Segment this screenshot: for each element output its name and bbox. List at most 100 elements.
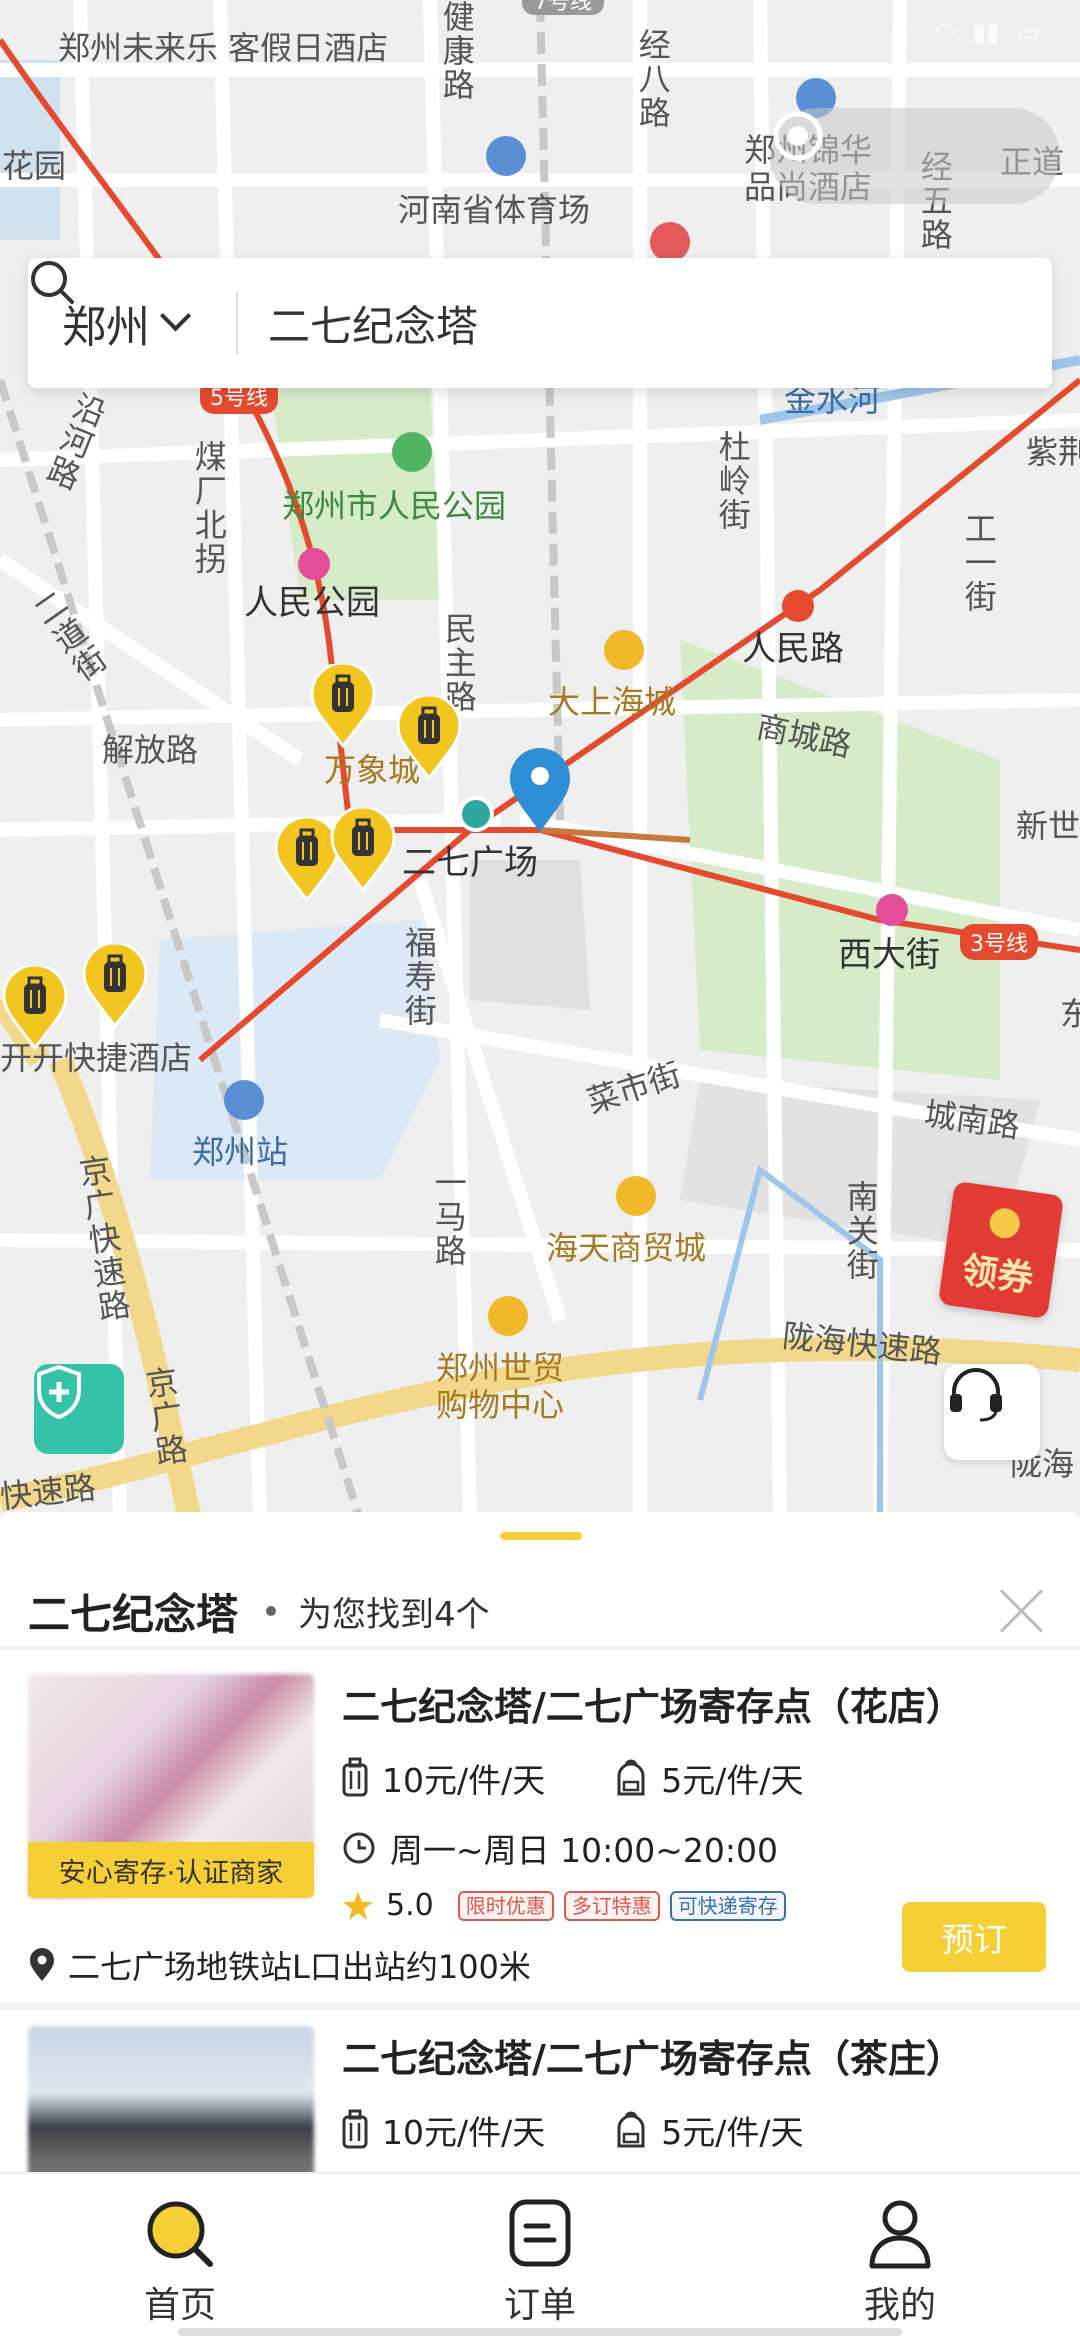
map-label: 杜岭街 [713,430,752,532]
luggage-pin-icon[interactable] [310,664,376,748]
price-small: 5元/件/天 [661,1761,804,1800]
bullet-dot [266,1606,277,1616]
tag-limited-offer: 限时优惠 [457,1890,554,1921]
suitcase-icon [342,1757,368,1797]
price-large: 10元/件/天 [382,1761,546,1800]
location-icon [30,1948,54,1981]
map-label: 郑州未来乐 客假日酒店 [58,29,389,67]
map-label: 南关街 [841,1180,880,1282]
red-envelope-icon [987,1206,1022,1241]
drag-handle[interactable] [500,1532,582,1540]
rating-row: 5.0 限时优惠 多订特惠 可快递寄存 [342,1888,786,1923]
listing-title: 二七纪念塔/二七广场寄存点（花店） [342,1685,964,1729]
search-icon [147,2201,213,2267]
listing-photo [28,2026,314,2172]
user-icon [869,2200,931,2269]
home-indicator [178,2328,902,2336]
train-station-icon [224,1080,264,1120]
mall-icon [488,1296,528,1336]
map-label: 西大街 [838,935,940,975]
price-small: 5元/件/天 [661,2113,804,2152]
star-icon [343,1891,373,1920]
listing-card[interactable]: 二七纪念塔/二七广场寄存点（茶庄） 10元/件/天 5元/件/天 [0,2026,1080,2172]
luggage-pin-icon[interactable] [82,944,148,1028]
map-label: 二七广场 [402,843,538,883]
map-label: 健康路 [437,0,476,102]
safety-button[interactable] [34,1364,124,1454]
metro-station-icon [782,590,814,622]
listing-title: 二七纪念塔/二七广场寄存点（茶庄） [342,2037,964,2081]
map-label: 郑州世贸 购物中心 [436,1349,565,1424]
map-label: 新世 [1016,807,1080,845]
signal-icon: ▮▮ [972,18,1000,46]
map-view[interactable]: ◠ ▮▮ ▭ 郑州未来乐 客假日酒店 花园 健康路 7号线 经八路 河南省体育场… [0,0,1080,1520]
price-large-luggage: 10元/件/天 [342,1754,545,1802]
tab-orders[interactable]: 订单 [360,2174,720,2340]
divider [0,2002,1080,2010]
map-label: 一马路 [429,1166,468,1268]
rating-value: 5.0 [386,1888,434,1923]
map-label: 工一街 [959,512,998,614]
coupon-label: 领券 [958,1249,1036,1301]
tag-multi-order: 多订特惠 [563,1890,660,1921]
tag-courier-storage: 可快递寄存 [669,1890,786,1921]
chevron-down-icon [160,300,192,332]
bottom-tab-bar: 首页 订单 我的 [0,2172,1080,2340]
map-label: 海天商贸城 [546,1229,707,1267]
address-row: 二七广场地铁站L口出站约100米 [28,1942,531,1988]
map-label: 紫荆 [1026,433,1080,471]
price-large: 10元/件/天 [382,2113,546,2152]
results-keyword: 二七纪念塔 [28,1589,239,1639]
transfer-station-icon [458,796,494,832]
metro-station-icon [876,894,908,926]
locate-me-button[interactable] [770,108,1060,204]
tab-home[interactable]: 首页 [0,2174,360,2340]
hospital-icon [650,222,690,262]
clock-icon [343,1832,375,1864]
target-icon [773,111,823,161]
order-icon [509,2199,571,2267]
price-row: 10元/件/天 5元/件/天 [342,1754,873,1802]
location-pin-icon[interactable] [508,748,572,834]
book-button[interactable]: 预订 [902,1902,1046,1972]
stadium-icon [486,136,526,176]
luggage-pin-icon[interactable] [2,966,68,1050]
price-row: 10元/件/天 5元/件/天 [342,2106,873,2154]
hours-row: 周一~周日 10:00~20:00 [342,1824,778,1872]
map-label: 东 [1060,995,1080,1033]
close-icon[interactable] [992,1582,1050,1640]
search-input[interactable]: 二七纪念塔 [31,261,478,354]
price-small-luggage: 5元/件/天 [615,1754,803,1802]
map-label: 煤厂北拐 [189,440,228,576]
wifi-icon: ◠ [933,18,955,46]
metro-label: 7号线 [522,0,604,16]
luggage-pin-icon[interactable] [330,808,396,892]
mall-icon [616,1176,656,1216]
customer-service-button[interactable] [944,1364,1040,1460]
metro-station-icon [298,548,330,580]
map-label: 人民路 [742,629,844,669]
price-small-luggage: 5元/件/天 [615,2106,803,2154]
map-label: 大上海城 [548,683,677,721]
results-count: 为您找到4个 [298,1594,490,1635]
tab-label: 我的 [863,2285,936,2326]
tab-label: 首页 [143,2285,216,2326]
results-sheet: 二七纪念塔 为您找到4个 安心寄存·认证商家 二七纪念塔/二七广场寄存点（花店）… [0,1512,1080,2172]
tab-label: 订单 [503,2285,576,2326]
map-label: 福寿街 [399,926,438,1028]
tab-profile[interactable]: 我的 [720,2174,1080,2340]
map-label: 郑州市人民公园 [282,487,507,525]
map-label: 花园 [2,147,67,185]
coupon-button[interactable]: 领券 [937,1180,1065,1320]
map-label: 经八路 [633,28,672,130]
map-label: 解放路 [102,731,199,769]
map-label: 人民公园 [244,583,380,623]
map-label: 河南省体育场 [398,191,591,229]
backpack-icon [617,2111,645,2148]
status-bar: ◠ ▮▮ ▭ [934,18,1040,46]
results-header: 二七纪念塔 为您找到4个 [28,1576,1058,1646]
price-large-luggage: 10元/件/天 [342,2106,545,2154]
listing-address: 二七广场地铁站L口出站约100米 [68,1948,531,1986]
listing-card[interactable]: 安心寄存·认证商家 二七纪念塔/二七广场寄存点（花店） 10元/件/天 5元/件… [0,1674,1080,2014]
luggage-pin-icon[interactable] [396,696,462,780]
